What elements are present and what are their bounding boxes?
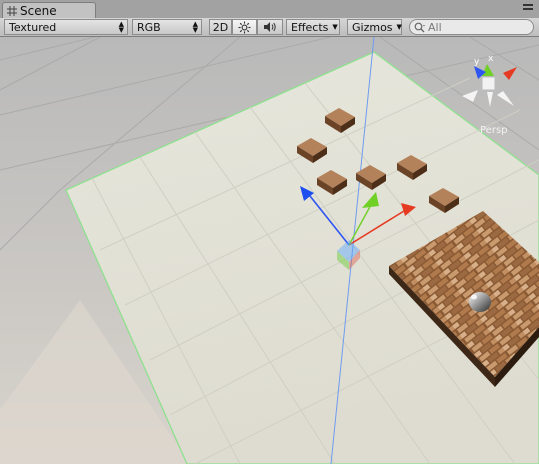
dropdown-icon: ▲ ▼ — [118, 20, 124, 34]
tab-scene[interactable]: Scene — [2, 2, 96, 18]
view-label: Persp — [480, 125, 508, 136]
audio-toggle-button[interactable] — [257, 19, 283, 35]
window-menu-icon[interactable] — [523, 4, 533, 12]
tab-bar: Scene — [0, 0, 539, 19]
2d-toggle-button[interactable]: 2D — [209, 19, 232, 35]
dropdown-icon: ▼ — [396, 23, 402, 31]
grid-icon — [7, 5, 17, 16]
gizmo-y-label: y — [474, 57, 480, 67]
dropdown-icon: ▲ ▼ — [192, 20, 198, 34]
2d-toggle-label: 2D — [212, 20, 229, 34]
effects-dropdown[interactable]: Effects ▼ — [286, 19, 340, 35]
lighting-toggle-button[interactable] — [232, 19, 257, 35]
render-mode-label: Textured — [9, 20, 57, 34]
scene-toolbar: Textured ▲ ▼ RGB ▲ ▼ 2D Effects ▼ Gizmos ▼… — [0, 18, 539, 37]
tab-label: Scene — [20, 3, 57, 18]
gizmo-center-cube[interactable] — [481, 76, 496, 91]
color-mode-dropdown[interactable]: RGB ▲ ▼ — [132, 19, 202, 35]
effects-label: Effects — [291, 20, 329, 34]
sun-icon — [238, 21, 251, 33]
speaker-icon — [264, 22, 276, 32]
search-placeholder: All — [428, 20, 442, 34]
gizmo-x-label: x — [488, 54, 494, 64]
render-mode-dropdown[interactable]: Textured ▲ ▼ — [4, 19, 128, 35]
scene-viewport[interactable]: y x Persp — [0, 37, 539, 464]
search-icon — [414, 22, 425, 32]
gizmos-dropdown[interactable]: Gizmos ▼ — [347, 19, 402, 35]
gizmos-label: Gizmos — [352, 20, 393, 34]
rolling-ball[interactable] — [469, 292, 491, 312]
search-input[interactable]: All — [409, 19, 534, 35]
dropdown-icon: ▼ — [332, 23, 338, 31]
color-mode-label: RGB — [137, 20, 161, 34]
